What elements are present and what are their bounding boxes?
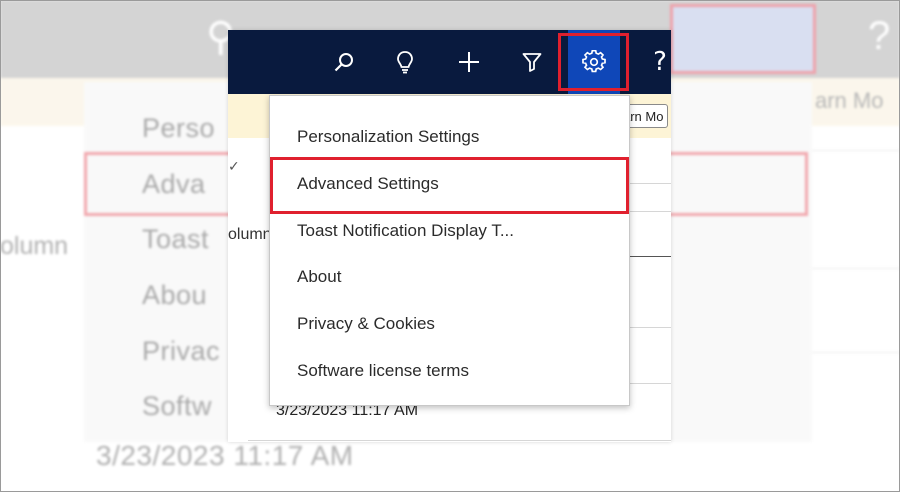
- gear-icon: [582, 50, 606, 74]
- settings-button[interactable]: [568, 30, 620, 94]
- background-column-text: olumn: [0, 232, 69, 260]
- lightbulb-button[interactable]: [379, 30, 431, 94]
- help-icon: ?: [653, 47, 667, 77]
- help-button[interactable]: ?: [634, 30, 686, 94]
- divider: [628, 183, 671, 184]
- menu-item-software-license-terms[interactable]: Software license terms: [297, 351, 617, 391]
- menu-item-toast-notification-display[interactable]: Toast Notification Display T...: [297, 211, 617, 251]
- background-divider: [812, 268, 900, 269]
- menu-item-advanced-settings[interactable]: Advanced Settings: [297, 164, 617, 204]
- menu-item-about[interactable]: About: [297, 257, 617, 297]
- divider: [628, 327, 671, 328]
- settings-dropdown-menu: Personalization Settings Advanced Settin…: [269, 95, 630, 406]
- lightbulb-icon: [395, 50, 415, 74]
- background-divider: [812, 150, 900, 151]
- background-menu-item: Privac: [142, 336, 221, 366]
- background-date: 3/23/2023 11:17 AM: [96, 440, 354, 471]
- background-gear-highlight: [670, 4, 816, 74]
- filter-button[interactable]: [506, 30, 558, 94]
- menu-item-personalization-settings[interactable]: Personalization Settings: [297, 117, 617, 157]
- plus-icon: [458, 51, 480, 73]
- top-navbar: ?: [228, 30, 671, 94]
- divider: [248, 440, 671, 441]
- help-icon: ?: [868, 14, 891, 58]
- search-icon: [333, 51, 355, 73]
- search-button[interactable]: [318, 30, 370, 94]
- background-menu-item: Perso: [142, 113, 216, 143]
- divider: [628, 256, 671, 257]
- background-menu-item: Abou: [142, 280, 208, 310]
- background-divider: [812, 352, 900, 353]
- background-learn-more: arn Mo: [815, 88, 884, 113]
- menu-item-privacy-cookies[interactable]: Privacy & Cookies: [297, 304, 617, 344]
- background-menu-item: Toast: [142, 224, 210, 254]
- filter-icon: [522, 52, 542, 72]
- divider: [628, 383, 671, 384]
- new-button[interactable]: [443, 30, 495, 94]
- column-header: olumn: [228, 226, 272, 243]
- background-menu-item: Softw: [142, 391, 213, 421]
- checkmark-icon: ✓: [228, 158, 240, 174]
- divider: [628, 211, 671, 212]
